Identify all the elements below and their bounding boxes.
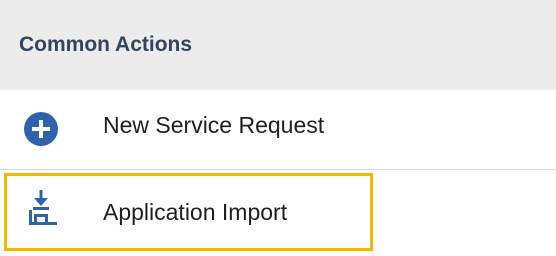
import-icon [29, 190, 57, 225]
application-import-action[interactable]: Application Import [0, 171, 556, 255]
application-import-label: Application Import [103, 199, 288, 225]
new-service-request-label: New Service Request [103, 112, 325, 138]
new-service-request-action[interactable]: New Service Request [0, 90, 556, 170]
plus-circle-icon [24, 112, 58, 146]
panel-title: Common Actions [19, 33, 193, 56]
panel-header: Common Actions [0, 0, 556, 90]
common-actions-panel: Common Actions New Service Request Appli… [0, 0, 556, 256]
